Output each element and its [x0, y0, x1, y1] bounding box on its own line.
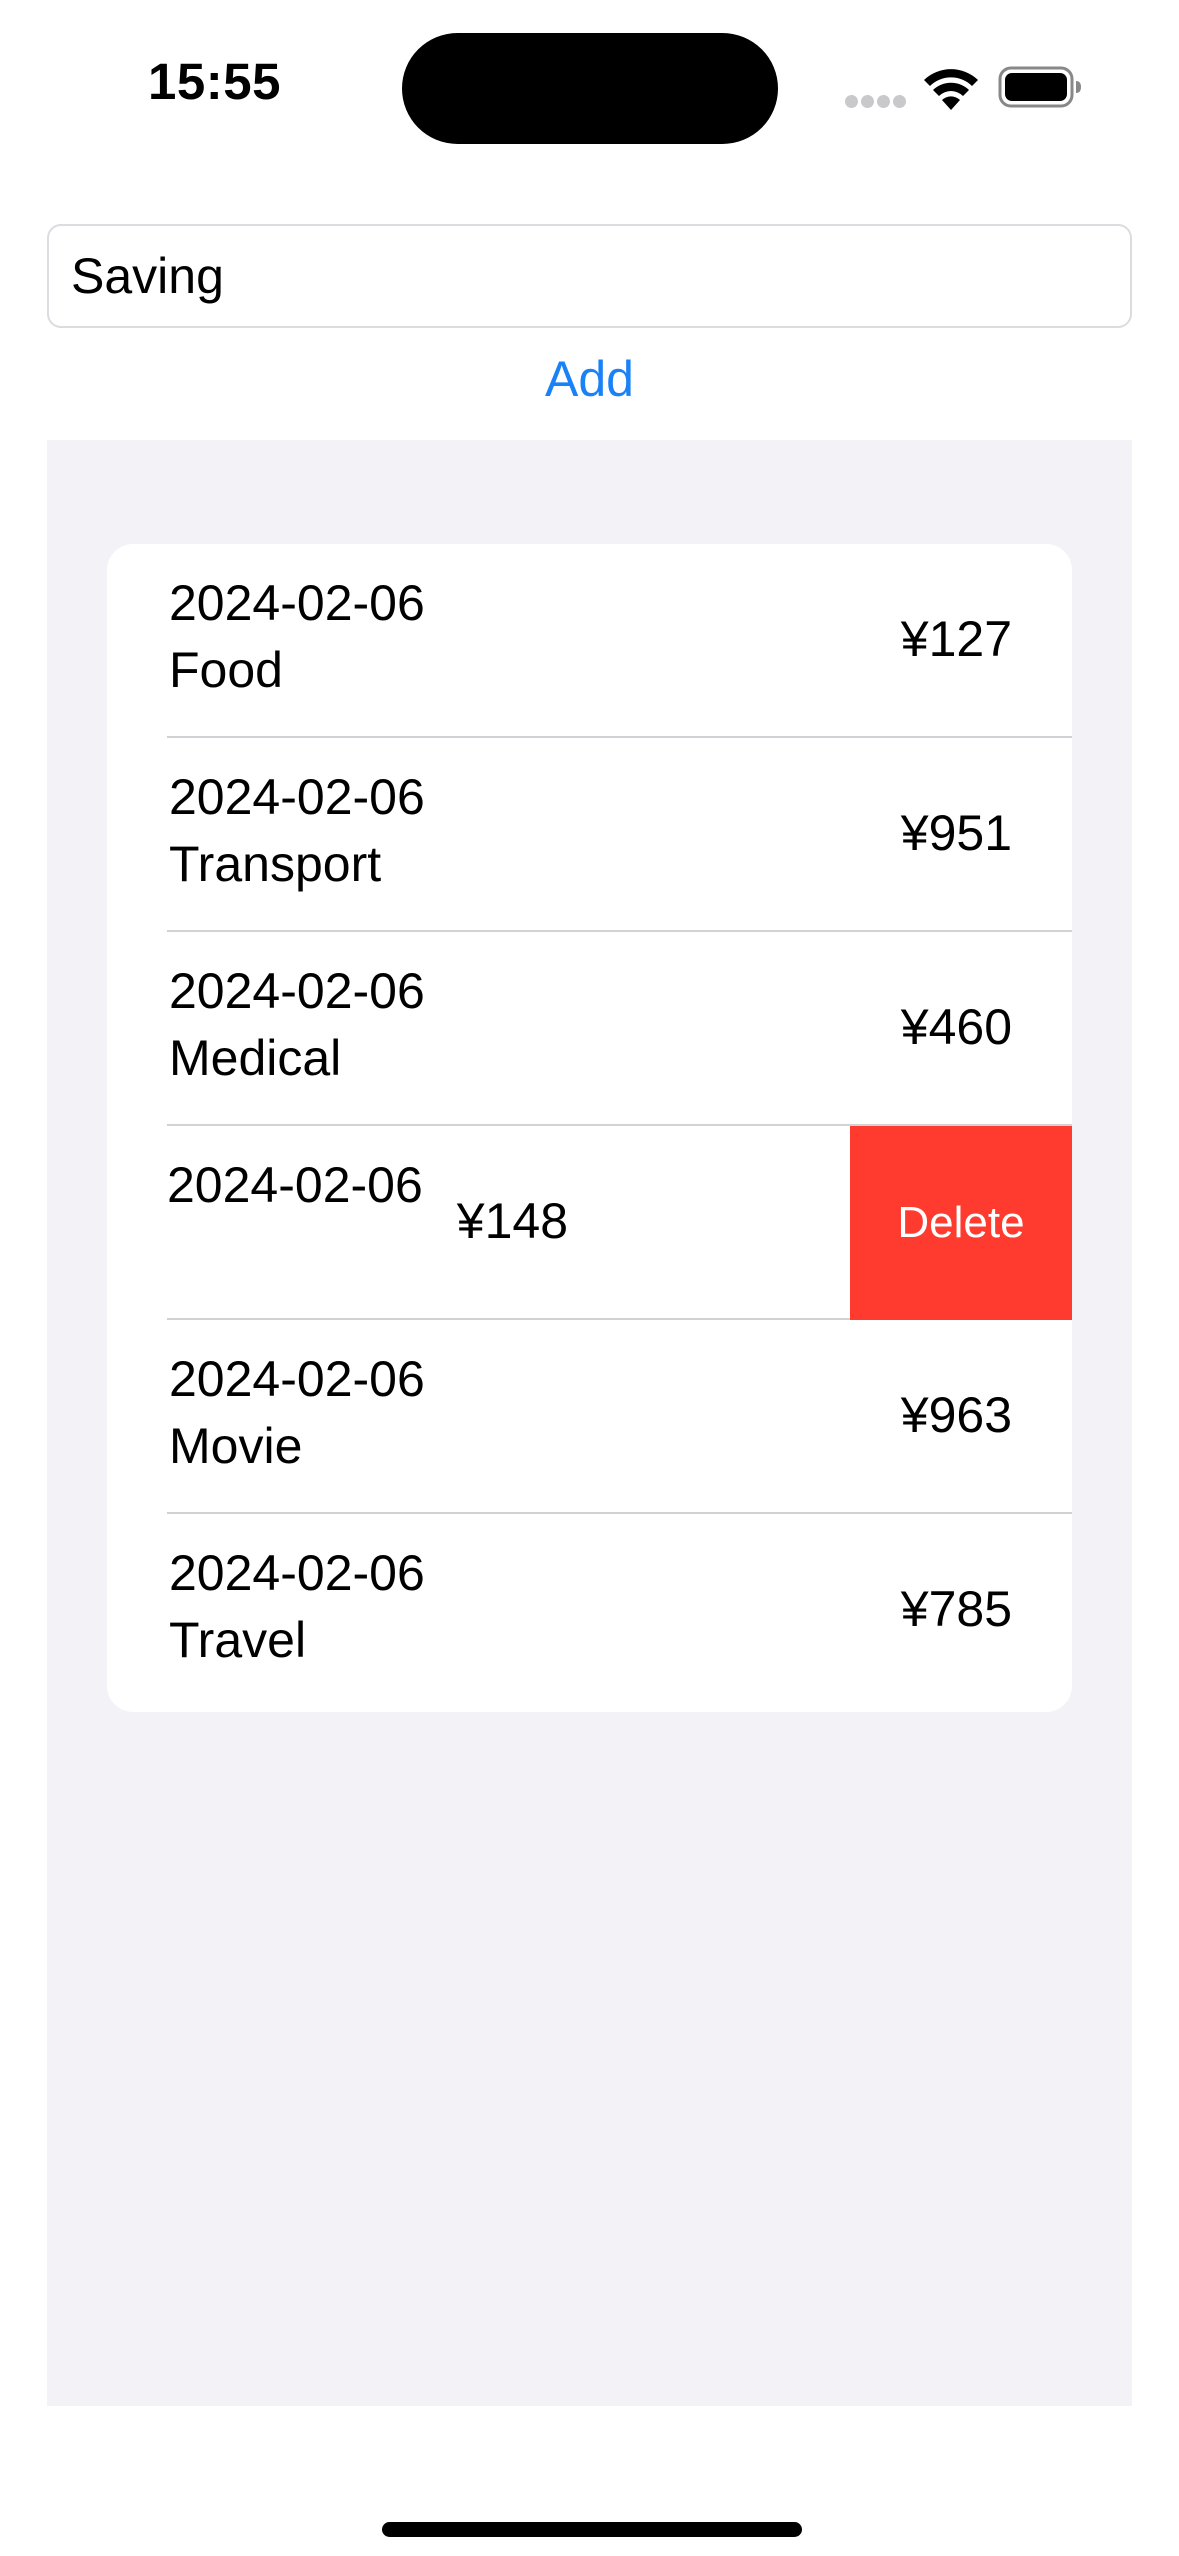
- swiped-row-content[interactable]: 2024-02-06 ¥148: [107, 1126, 850, 1320]
- list-item[interactable]: 2024-02-06 Transport ¥951: [107, 738, 1072, 932]
- entry-amount: ¥963: [900, 1387, 1012, 1443]
- delete-button[interactable]: Delete: [850, 1126, 1072, 1320]
- entry-text-field[interactable]: [47, 224, 1132, 328]
- entry-amount: ¥460: [900, 999, 1012, 1055]
- cellular-signal-icon: [845, 95, 907, 109]
- entry-date: 2024-02-06: [169, 769, 425, 825]
- add-button[interactable]: Add: [0, 344, 1179, 414]
- entry-date: 2024-02-06: [169, 1545, 425, 1601]
- list-item[interactable]: 2024-02-06 Travel ¥785: [107, 1514, 1072, 1708]
- entry-category: Medical: [169, 1030, 342, 1086]
- status-time: 15:55: [148, 53, 281, 110]
- entry-category: Movie: [169, 1418, 303, 1474]
- wifi-icon: [924, 69, 978, 110]
- battery-icon: [998, 66, 1081, 108]
- list-item[interactable]: 2024-02-06 Medical ¥460: [107, 932, 1072, 1126]
- entry-amount: ¥951: [900, 805, 1012, 861]
- entry-date: 2024-02-06: [167, 1157, 423, 1213]
- swiped-list-item[interactable]: 2024-02-06 ¥148 Delete: [107, 1126, 1072, 1320]
- home-indicator[interactable]: [382, 2522, 802, 2537]
- entry-category: Travel: [169, 1612, 307, 1668]
- entry-date: 2024-02-06: [169, 1351, 425, 1407]
- entries-list: 2024-02-06 Food ¥127 2024-02-06 Transpor…: [107, 544, 1072, 1712]
- entry-amount: ¥127: [900, 611, 1012, 667]
- entry-date: 2024-02-06: [169, 575, 425, 631]
- entry-amount: ¥148: [456, 1193, 568, 1249]
- entry-amount: ¥785: [900, 1581, 1012, 1637]
- list-item[interactable]: 2024-02-06 Food ¥127: [107, 544, 1072, 738]
- entry-date: 2024-02-06: [169, 963, 425, 1019]
- entry-category: Transport: [169, 836, 382, 892]
- dynamic-island: [402, 33, 778, 144]
- entry-category: Food: [169, 642, 283, 698]
- screen: 15:55 Add 2024-02-06 Food ¥127 2024-02-0…: [0, 0, 1179, 2556]
- list-item[interactable]: 2024-02-06 Movie ¥963: [107, 1320, 1072, 1514]
